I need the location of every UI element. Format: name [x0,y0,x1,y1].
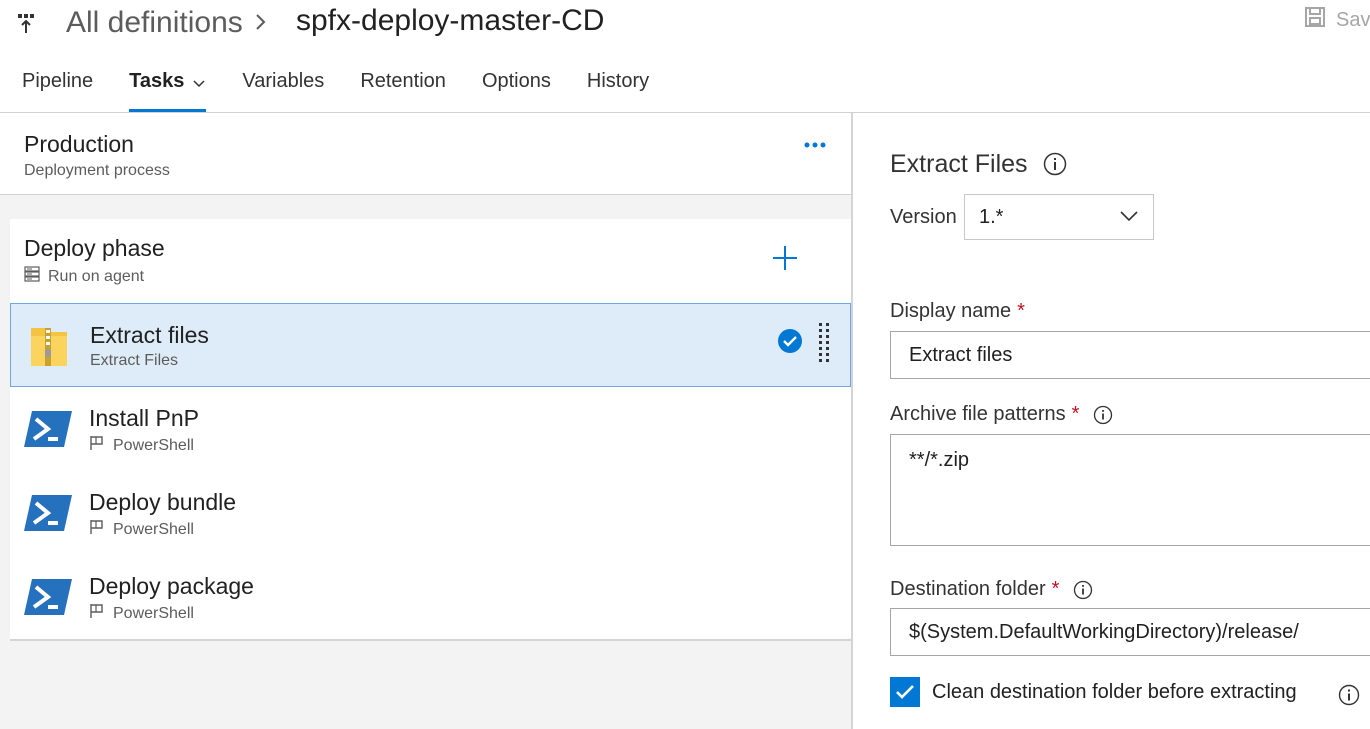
display-name-input[interactable]: Extract files [890,331,1370,379]
tab-pipeline[interactable]: Pipeline [22,70,93,112]
display-name-label: Display name * [890,300,1025,323]
archive-patterns-textarea[interactable]: **/*.zip [890,434,1370,546]
breadcrumb-chevron-icon [254,10,268,34]
task-name: Install PnP [89,405,199,431]
powershell-icon [22,489,74,537]
tab-label: Variables [242,70,325,92]
phase-title[interactable]: Deploy phase [24,235,165,262]
phase-subtitle-text: Run on agent [48,267,145,285]
drag-handle-icon[interactable] [817,322,831,366]
task-type-text: Extract Files [90,352,179,369]
add-task-button[interactable] [770,243,800,273]
flag-icon [89,519,105,540]
version-select[interactable]: 1.* [964,194,1154,240]
zip-archive-icon [23,322,75,370]
stage-subtitle: Deployment process [24,162,170,179]
definition-tabs: Pipeline Tasks Variables Retention Optio… [22,70,685,112]
save-icon [1304,6,1326,34]
flag-icon [89,435,105,456]
powershell-icon [22,573,74,621]
display-name-label-text: Display name [890,300,1012,322]
more-options-icon[interactable] [802,137,830,153]
info-icon[interactable] [1043,152,1067,176]
clean-destination-checkbox[interactable] [890,677,920,707]
save-label: Sav [1336,8,1370,31]
task-name: Deploy bundle [89,489,237,515]
destination-folder-label: Destination folder * [890,578,1093,601]
tab-label: History [586,70,650,92]
required-marker: * [1017,300,1025,322]
flag-icon [89,603,105,624]
task-type: PowerShell [89,603,194,624]
archive-patterns-label-text: Archive file patterns [890,403,1066,425]
task-type: PowerShell [89,435,194,456]
task-type-text: PowerShell [113,604,194,622]
task-deploy-bundle[interactable]: Deploy bundle PowerShell [10,471,849,553]
check-circle-icon [777,328,803,354]
powershell-icon [22,405,74,453]
info-icon[interactable] [1073,580,1093,600]
stage-title: Production [24,131,134,157]
info-icon[interactable] [1338,684,1360,706]
task-type-text: PowerShell [113,436,194,454]
breadcrumb-all-definitions[interactable]: All definitions [66,6,243,40]
tab-variables[interactable]: Variables [242,70,324,112]
tab-options[interactable]: Options [482,70,551,112]
destination-folder-input[interactable]: $(System.DefaultWorkingDirectory)/releas… [890,608,1370,656]
tab-label: Options [481,70,551,92]
clean-destination-label[interactable]: Clean destination folder before extracti… [932,681,1297,704]
destination-folder-label-text: Destination folder [890,578,1046,600]
tab-label: Tasks [129,70,185,92]
task-name: Deploy package [89,573,254,599]
task-name: Extract files [90,322,209,348]
task-type-text: PowerShell [113,520,194,538]
task-extract-files[interactable]: Extract files Extract Files [10,303,851,387]
archive-patterns-label: Archive file patterns * [890,403,1113,426]
tab-history[interactable]: History [587,70,649,112]
definition-title[interactable]: spfx-deploy-master-CD [296,4,604,38]
tab-label: Retention [360,70,446,92]
save-button[interactable]: Sav [1304,6,1370,34]
tab-retention[interactable]: Retention [360,70,446,112]
chevron-down-icon [192,74,206,97]
required-marker: * [1071,403,1080,425]
deploy-phase-card: Deploy phase Run on agent Extract files … [10,219,851,641]
panel-splitter[interactable] [851,113,853,729]
display-name-value: Extract files [909,343,1013,366]
chevron-down-icon [1119,206,1139,229]
task-install-pnp[interactable]: Install PnP PowerShell [10,387,849,469]
version-value: 1.* [979,205,1004,228]
task-deploy-package[interactable]: Deploy package PowerShell [10,555,849,637]
release-definition-icon [16,12,38,34]
task-type: Extract Files [90,352,178,370]
version-label: Version [890,206,957,228]
stage-header[interactable]: Production Deployment process [0,113,852,195]
info-icon[interactable] [1093,405,1113,425]
tab-tasks[interactable]: Tasks [129,70,207,112]
agent-server-icon [24,266,40,287]
destination-folder-value: $(System.DefaultWorkingDirectory)/releas… [909,620,1299,643]
phase-subtitle: Run on agent [24,266,144,287]
task-details-title: Extract Files [890,150,1028,178]
tab-label: Pipeline [22,70,94,92]
task-type: PowerShell [89,519,194,540]
required-marker: * [1051,578,1060,600]
archive-patterns-value: **/*.zip [909,449,970,471]
